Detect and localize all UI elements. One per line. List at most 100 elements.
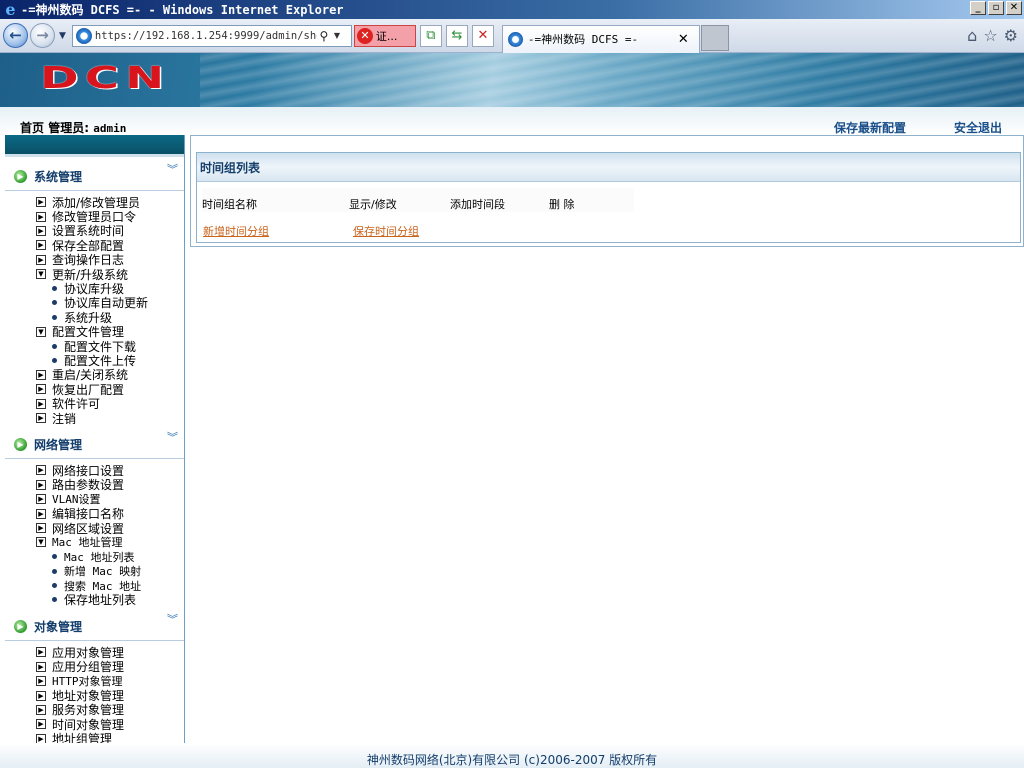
expand-box-icon: ▶ xyxy=(36,197,46,208)
tab-close-icon[interactable]: ✕ xyxy=(678,32,689,47)
url-input[interactable]: https://192.168.1.254:9999/admin/show/ xyxy=(95,30,317,42)
column-header-name: 时间组名称 xyxy=(202,198,257,211)
refresh-button[interactable]: ⇆ xyxy=(445,24,468,47)
home-icon[interactable]: ⌂ xyxy=(967,26,977,45)
header-bar: 首页 管理员: admin 保存最新配置 安全退出 xyxy=(0,107,1024,135)
column-header-view-edit: 显示/修改 xyxy=(349,198,397,211)
browser-tab[interactable]: -=神州数码 DCFS =- ✕ xyxy=(501,24,700,53)
bullet-icon xyxy=(52,343,57,349)
back-button[interactable]: ← xyxy=(3,23,28,48)
page-icon xyxy=(75,27,92,44)
sidebar-menu-objects: ▶ 应用对象管理 ▶ 应用分组管理 ▶ HTTP对象管理 ▶ 地址对象管理 ▶ 服务对象管… xyxy=(5,641,184,743)
site-banner: DCN xyxy=(0,53,1024,107)
page-footer: 神州数码网络(北京)有限公司 (c)2006-2007 版权所有 xyxy=(0,743,1024,768)
window-controls: _ ▫ ✕ xyxy=(970,1,1022,15)
new-tab-button[interactable] xyxy=(700,24,729,51)
favorites-star-icon[interactable]: ☆ xyxy=(983,26,997,45)
history-dropdown-icon[interactable]: ▼ xyxy=(59,31,66,41)
section-title: 系统管理 xyxy=(34,170,83,184)
section-title: 对象管理 xyxy=(34,620,83,635)
sidebar-item-expanded[interactable]: ▼ Mac 地址管理 xyxy=(5,535,184,549)
address-dropdown-icon[interactable]: ▼ xyxy=(331,31,343,40)
settings-gear-icon[interactable]: ⚙ xyxy=(1004,26,1018,45)
column-header-add-period: 添加时间段 xyxy=(450,198,505,211)
sidebar-section-objects[interactable]: ▶ 对象管理 ︾ xyxy=(5,613,184,642)
expand-box-icon: ▶ xyxy=(36,647,46,658)
close-button[interactable]: ✕ xyxy=(1006,1,1022,15)
bullet-icon xyxy=(52,583,57,589)
expand-box-icon: ▶ xyxy=(36,479,46,490)
sidebar: ▶ 系统管理 ︾ ▶ 添加/修改管理员 ▶ 修改管理员口令 ▶ 设置系统时间 ▶ 保存全… xyxy=(5,135,185,743)
bullet-icon xyxy=(52,314,57,320)
expand-box-icon: ▶ xyxy=(36,661,46,672)
expand-box-icon: ▶ xyxy=(36,240,46,251)
expand-box-icon: ▶ xyxy=(36,676,46,687)
collapse-box-icon: ▼ xyxy=(36,326,46,337)
window-title: -=神州数码 DCFS =- - Windows Internet Explor… xyxy=(21,3,344,17)
expand-box-icon: ▶ xyxy=(36,690,46,701)
home-link[interactable]: 首页 xyxy=(20,121,44,135)
sidebar-menu-network: ▶ 网络接口设置 ▶ 路由参数设置 ▶ VLAN设置 ▶ 编辑接口名称 ▶ 网络区域设置 … xyxy=(5,459,184,607)
admin-name: admin xyxy=(93,122,127,135)
sidebar-subitem[interactable]: Mac 地址列表 xyxy=(5,550,184,564)
tab-title: -=神州数码 DCFS =- xyxy=(527,33,639,46)
expand-box-icon: ▶ xyxy=(36,508,46,519)
save-time-group-link[interactable]: 保存时间分组 xyxy=(353,223,419,239)
sidebar-subitem[interactable]: 保存地址列表 xyxy=(5,593,184,607)
expand-box-icon: ▶ xyxy=(36,398,46,409)
search-icon[interactable]: ⚲ xyxy=(317,29,331,43)
add-time-group-link[interactable]: 新增时间分组 xyxy=(203,223,269,239)
collapse-chevron-icon[interactable]: ︾ xyxy=(167,164,178,175)
certificate-error-button[interactable]: ✕ 证... xyxy=(353,24,416,47)
sidebar-section-system[interactable]: ▶ 系统管理 ︾ xyxy=(5,163,184,191)
sidebar-item[interactable]: ▶ 应用分组管理 xyxy=(5,660,184,674)
sidebar-item[interactable]: ▶ 软件许可 xyxy=(5,396,184,411)
sidebar-item[interactable]: ▶ 网络区域设置 xyxy=(5,521,184,536)
certificate-error-label: 证... xyxy=(375,29,398,43)
expand-box-icon: ▶ xyxy=(36,254,46,265)
expand-box-icon: ▶ xyxy=(36,704,46,715)
sidebar-item[interactable]: ▶ 注销 xyxy=(5,411,184,426)
expand-box-icon: ▶ xyxy=(36,369,46,380)
window-titlebar: e -=神州数码 DCFS =- - Windows Internet Expl… xyxy=(0,0,1024,19)
table-header-row: 时间组名称 显示/修改 添加时间段 删 除 xyxy=(202,188,634,212)
expand-box-icon: ▶ xyxy=(36,211,46,222)
stop-button[interactable]: ✕ xyxy=(471,24,494,47)
bullet-icon xyxy=(52,357,57,363)
forward-button[interactable]: → xyxy=(30,23,55,48)
breadcrumb: 首页 管理员: admin xyxy=(20,119,126,136)
browser-navbar: ← → ▼ https://192.168.1.254:9999/admin/s… xyxy=(0,19,1024,53)
compatibility-view-button[interactable]: ⧉ xyxy=(419,24,442,47)
sidebar-menu-system: ▶ 添加/修改管理员 ▶ 修改管理员口令 ▶ 设置系统时间 ▶ 保存全部配置 ▶ 查询操作… xyxy=(5,191,184,426)
save-config-link[interactable]: 保存最新配置 xyxy=(834,119,906,136)
sidebar-item[interactable]: ▶ 地址组管理 xyxy=(5,732,184,743)
panel-title: 时间组列表 xyxy=(197,153,1020,182)
bullet-icon xyxy=(52,568,57,574)
sidebar-section-network[interactable]: ▶ 网络管理 ︾ xyxy=(5,431,184,460)
collapse-chevron-icon[interactable]: ︾ xyxy=(167,432,178,443)
maximize-button[interactable]: ▫ xyxy=(988,1,1004,15)
browser-tools: ⌂ ☆ ⚙ xyxy=(967,26,1018,45)
minimize-button[interactable]: _ xyxy=(970,1,986,15)
certificate-error-icon: ✕ xyxy=(356,27,373,44)
section-bullet-icon: ▶ xyxy=(14,170,27,183)
admin-label: 管理员: xyxy=(48,121,90,135)
tab-page-icon xyxy=(507,31,523,47)
main-content: 时间组列表 时间组名称 显示/修改 添加时间段 删 除 新增时间分组 保存时间分… xyxy=(190,135,1024,247)
column-header-delete: 删 除 xyxy=(549,198,575,211)
ie-logo-icon: e xyxy=(5,0,16,19)
sidebar-subitem[interactable]: 新增 Mac 映射 xyxy=(5,564,184,578)
expand-box-icon: ▶ xyxy=(36,225,46,236)
logout-link[interactable]: 安全退出 xyxy=(954,119,1002,136)
section-bullet-icon: ▶ xyxy=(14,438,27,452)
collapse-box-icon: ▼ xyxy=(36,269,46,280)
expand-box-icon: ▶ xyxy=(36,719,46,730)
bullet-icon xyxy=(52,286,57,292)
address-bar[interactable]: https://192.168.1.254:9999/admin/show/ ⚲… xyxy=(71,24,352,47)
sidebar-item[interactable]: ▶ 路由参数设置 xyxy=(5,478,184,492)
time-group-panel: 时间组列表 时间组名称 显示/修改 添加时间段 删 除 新增时间分组 保存时间分… xyxy=(196,152,1021,243)
bullet-icon xyxy=(52,554,57,560)
section-title: 网络管理 xyxy=(34,438,83,453)
collapse-chevron-icon[interactable]: ︾ xyxy=(167,614,178,625)
collapse-box-icon: ▼ xyxy=(36,537,46,548)
